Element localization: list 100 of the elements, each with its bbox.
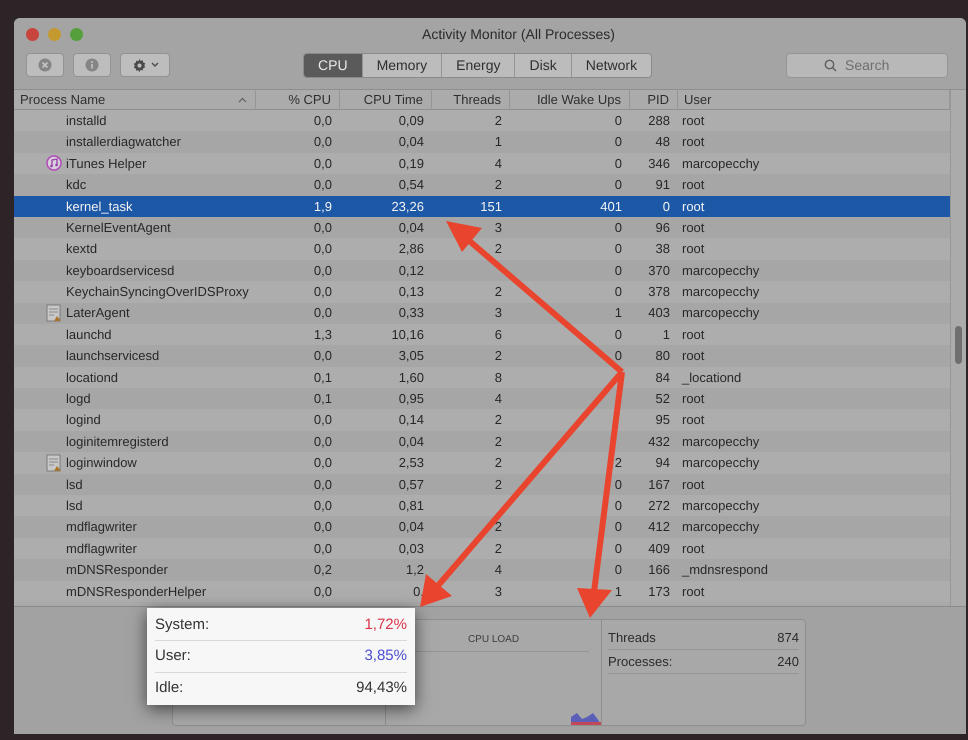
table-cell-text: installerdiagwatcher: [66, 133, 181, 152]
table-cell-text: 0,0: [314, 133, 332, 152]
table-cell-text: root: [682, 347, 704, 366]
process-row[interactable]: logind 0,0 0,14 2 95 root: [14, 409, 950, 431]
table-cell-text: 8: [494, 368, 502, 387]
table-cell-text: 0,0: [314, 218, 332, 237]
process-row[interactable]: launchd 1,3 10,16 6 0 1 root: [14, 324, 950, 346]
table-cell-text: 3: [494, 304, 502, 322]
table-cell-text: marcopecchy: [682, 518, 760, 536]
process-row[interactable]: kextd 0,0 2,86 2 0 38 root: [14, 238, 950, 260]
table-cell-text: 0: [614, 496, 622, 515]
table-cell-text: 91: [656, 176, 670, 194]
minimize-button[interactable]: [48, 28, 61, 40]
table-cell-text: 0,03: [398, 540, 424, 558]
table-cell-text: 0,1: [314, 390, 332, 408]
table-cell-text: 0,12: [398, 262, 424, 280]
info-button[interactable]: [73, 53, 111, 77]
info-icon: [85, 58, 99, 72]
table-cell-text: root: [682, 112, 704, 130]
table-cell-text: root: [682, 240, 704, 258]
table-cell-text: lsd: [66, 496, 83, 515]
column-header[interactable]: % CPU: [288, 90, 331, 110]
table-cell-text: root: [682, 326, 704, 344]
table-cell-text: 38: [656, 240, 670, 258]
tab[interactable]: Energy: [442, 54, 516, 76]
table-cell-text: 2: [494, 176, 502, 194]
process-row[interactable]: KeychainSyncingOverIDSProxy 0,0 0,13 2 0 378 marcopecchy: [14, 281, 950, 303]
table-cell-text: 2,86: [398, 240, 424, 258]
table-cell-text: 0,0: [314, 154, 332, 173]
table-cell-text: 0: [614, 133, 622, 152]
stop-process-button[interactable]: [26, 53, 64, 77]
table-cell-text: _mdnsrespond: [682, 561, 768, 580]
table-cell-text: 378: [648, 283, 670, 302]
process-row[interactable]: kernel_task 1,9 23,26 151 401 0 root: [14, 196, 950, 217]
process-row[interactable]: locationd 0,1 1,60 8 84 _locationd: [14, 366, 950, 388]
process-row[interactable]: LaterAgent 0,0 0,33 3 1 403 marcopecchy: [14, 302, 950, 324]
window-title: Activity Monitor (All Processes): [422, 24, 615, 44]
scrollbar-thumb[interactable]: [955, 326, 962, 364]
table-cell-text: 0: [614, 154, 622, 173]
table-cell-text: 1: [494, 133, 502, 152]
table-cell-text: root: [682, 198, 704, 216]
table-cell-text: 0: [614, 540, 622, 558]
table-cell-text: 0,2: [314, 561, 332, 580]
process-row[interactable]: mdflagwriter 0,0 0,03 2 0 409 root: [14, 538, 950, 560]
process-row[interactable]: installd 0,0 0,09 2 0 288 root: [14, 110, 950, 132]
action-menu-button[interactable]: [120, 53, 170, 77]
table-cell-text: 0,0: [314, 454, 332, 472]
table-cell-text: 2: [494, 540, 502, 558]
table-cell-text: 23,26: [391, 198, 424, 216]
table-cell-text: 0,0: [314, 262, 332, 280]
table-cell-text: 0,0: [314, 518, 332, 536]
tab[interactable]: CPU: [304, 54, 363, 76]
table-cell-text: 96: [656, 218, 670, 237]
tab[interactable]: Memory: [362, 54, 442, 76]
column-header[interactable]: User: [684, 90, 712, 110]
tab[interactable]: Disk: [515, 54, 572, 76]
table-cell-text: 0,04: [398, 218, 424, 237]
stat-value: 1,72%: [364, 614, 407, 635]
table-cell-text: 2: [494, 476, 502, 494]
table-cell-text: root: [682, 411, 704, 430]
table-cell-text: 84: [656, 368, 670, 387]
document-icon: [46, 454, 62, 472]
table-cell-text: installd: [66, 112, 106, 130]
table-cell-text: 403: [648, 304, 670, 322]
count-label: Processes:: [608, 652, 672, 671]
table-cell-text: 0,0: [314, 176, 332, 194]
table-cell-text: 0,57: [398, 476, 424, 494]
column-header[interactable]: Threads: [453, 90, 501, 110]
table-cell-text: marcopecchy: [682, 432, 760, 451]
process-row[interactable]: lsd 0,0 0,81 0 272 marcopecchy: [14, 495, 950, 516]
table-cell-text: marcopecchy: [682, 283, 760, 302]
table-cell-text: lsd: [66, 476, 83, 494]
table-cell-text: marcopecchy: [682, 304, 760, 322]
table-cell-text: 2: [494, 347, 502, 366]
process-row[interactable]: loginwindow 0,0 2,53 2 2 94 marcopecchy: [14, 452, 950, 474]
table-cell-text: keyboardservicesd: [66, 262, 174, 280]
close-button[interactable]: [26, 28, 39, 40]
column-header[interactable]: CPU Time: [364, 90, 423, 110]
table-cell-text: 288: [648, 112, 670, 130]
zoom-button[interactable]: [70, 28, 83, 40]
table-cell-text: 0,13: [398, 283, 424, 302]
table-cell-text: 0,95: [398, 390, 424, 408]
tab[interactable]: Network: [572, 54, 652, 76]
table-cell-text: 0: [614, 112, 622, 130]
table-cell-text: 167: [648, 476, 670, 494]
process-row[interactable]: iTunes Helper 0,0 0,19 4 0 346 marcopecchy: [14, 152, 950, 174]
table-cell-text: 2: [494, 518, 502, 536]
column-header[interactable]: Process Name: [20, 90, 106, 110]
table-cell-text: 346: [648, 154, 670, 173]
search-field[interactable]: Search: [786, 52, 948, 78]
table-cell-text: 2: [494, 411, 502, 430]
table-cell-text: 0: [614, 518, 622, 536]
column-header[interactable]: PID: [647, 90, 669, 110]
table-cell-text: 0,04: [398, 133, 424, 152]
table-cell-text: 4: [494, 390, 502, 408]
column-header[interactable]: Idle Wake Ups: [536, 90, 621, 110]
table-cell-text: iTunes Helper: [66, 154, 146, 173]
stat-label: Idle:: [155, 678, 184, 698]
table-cell-text: LaterAgent: [66, 304, 130, 322]
table-cell-text: 0,0: [314, 304, 332, 322]
